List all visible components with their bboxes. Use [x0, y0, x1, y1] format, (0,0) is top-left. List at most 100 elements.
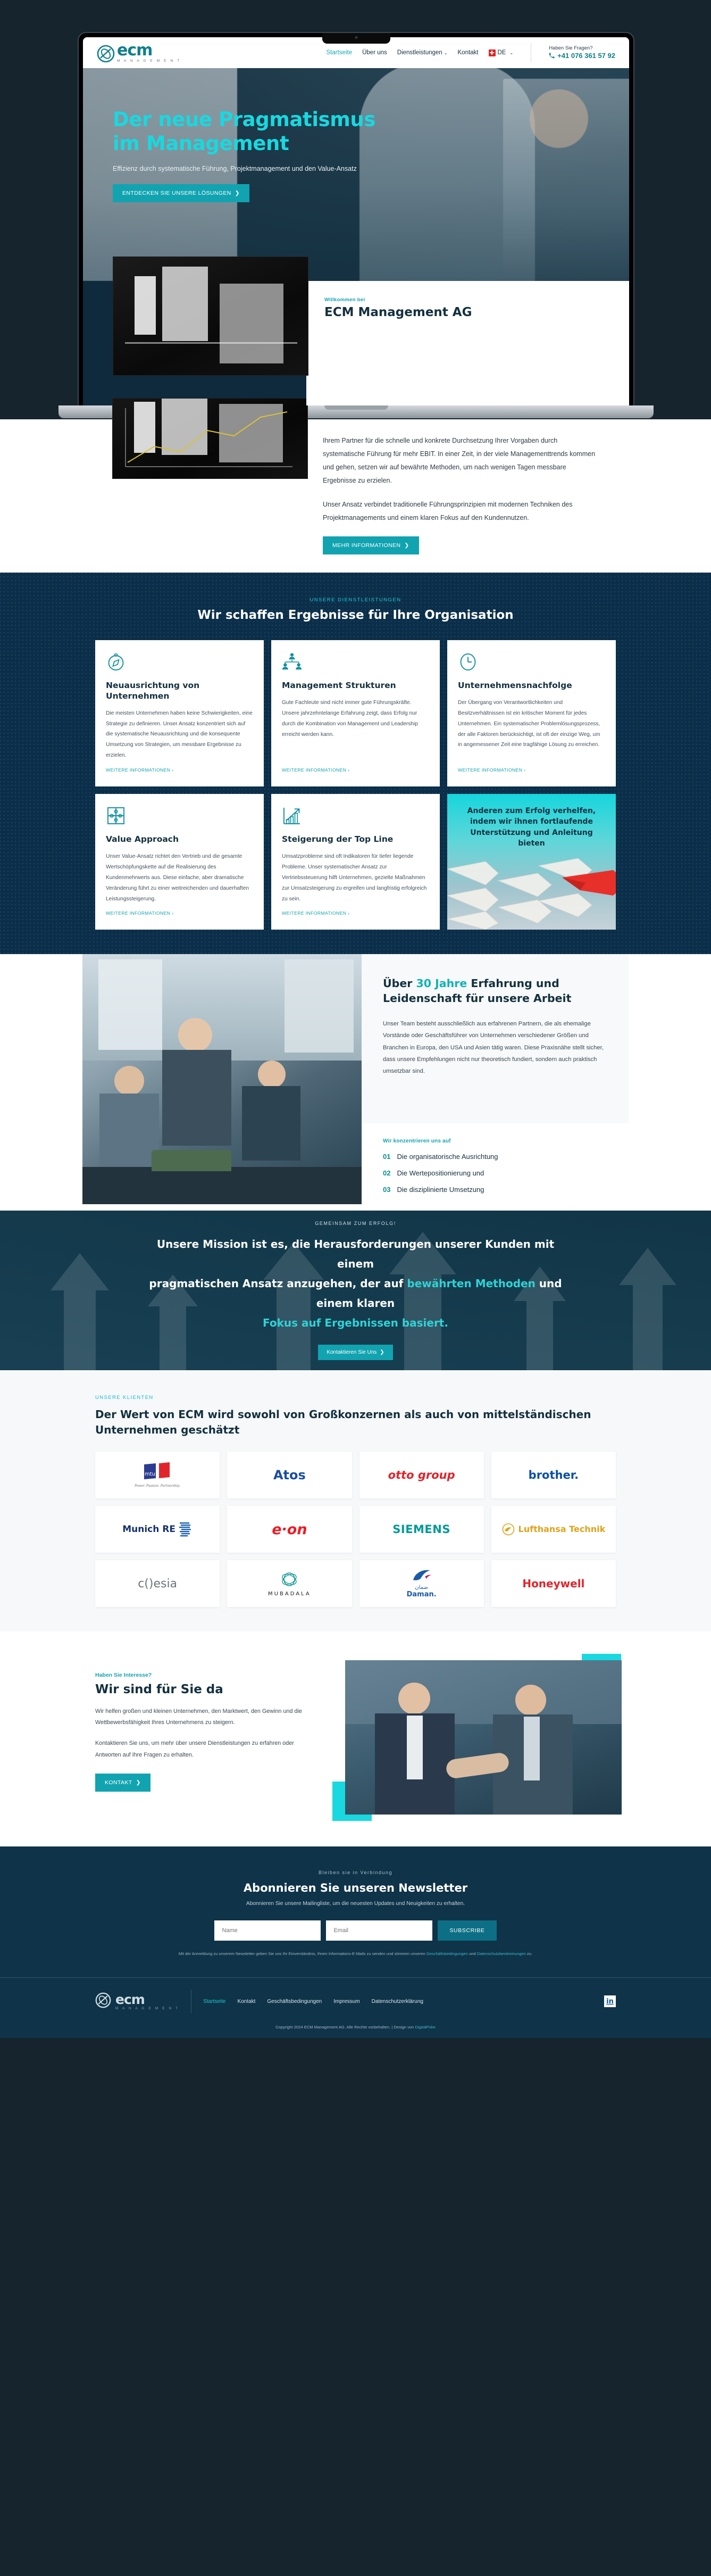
browser-viewport: ecm M A N A G E M E N T Startseite Über …	[83, 37, 629, 405]
service-card-title: Unternehmensnachfolge	[458, 681, 572, 690]
hero-title-line2: im Management	[113, 132, 289, 155]
client-logo-mubadala-text: MUBADALA	[268, 1591, 311, 1597]
newsletter-privacy-link[interactable]: Datenschutzbestimmungen	[477, 1951, 526, 1956]
newsletter-email-input[interactable]	[326, 1920, 433, 1941]
client-logo-daman-text: Daman.	[406, 1590, 437, 1598]
growth-chart-icon	[283, 808, 300, 825]
service-card[interactable]: Neuausrichtung von Unternehmen Die meist…	[95, 640, 264, 787]
services-title: Wir schaffen Ergebnisse für Ihre Organis…	[197, 608, 514, 622]
linkedin-glyph: in	[606, 1997, 614, 2006]
about-focus-label: Wir konzentrieren uns auf	[383, 1138, 451, 1145]
footer-logo[interactable]: ecm M A N A G E M E N T	[95, 1992, 179, 2010]
nav-item-kontakt[interactable]: Kontakt	[458, 49, 479, 56]
client-logo-eon-text: e·on	[272, 1521, 307, 1538]
about-title-pre: Über	[383, 977, 416, 990]
swiss-flag-icon	[488, 49, 496, 56]
nav-item-startseite[interactable]: Startseite	[327, 49, 353, 56]
newsletter-eyebrow: Bleiben sie in Verbindung	[318, 1870, 393, 1876]
focus-item-text: Die organisatorische Ausrichtung	[397, 1153, 498, 1161]
welcome-chart-icon	[125, 408, 292, 467]
welcome-band: Willkommen bei ECM Management AG	[83, 256, 629, 405]
footer-link-impressum[interactable]: Impressum	[333, 1999, 359, 2005]
about-focus-box: Wir konzentrieren uns auf 01 Die organis…	[362, 1123, 629, 1211]
footer-link-startseite[interactable]: Startseite	[203, 1999, 225, 2005]
page-body: Ihrem Partner für die schnelle und konkr…	[0, 398, 711, 2039]
client-logo-mtu: mtu Power. Passion. Partnership.	[95, 1452, 220, 1499]
client-logo-honeywell-text: Honeywell	[522, 1577, 585, 1591]
munich-re-mark-icon	[179, 1522, 191, 1537]
language-code: DE	[497, 49, 506, 56]
nav-item-dienstleistungen[interactable]: Dienstleistungen ⌄	[397, 49, 448, 56]
copyright-designer-link[interactable]: DigitalPoke	[415, 2025, 436, 2030]
service-card-link[interactable]: WEITERE INFORMATIONEN ›	[282, 767, 429, 773]
client-logo-atos: Atos	[227, 1452, 352, 1499]
mission-cta-label: Kontaktieren Sie Uns	[327, 1349, 377, 1356]
services-section: UNSERE DIENSTLEISTUNGEN Wir schaffen Erg…	[0, 573, 711, 954]
mission-title: Unsere Mission ist es, die Herausforderu…	[138, 1235, 574, 1333]
chevron-right-icon: ❯	[404, 542, 409, 549]
header-contact: Haben Sie Fragen? +41 076 361 57 92	[549, 45, 615, 60]
header-contact-question: Haben Sie Fragen?	[549, 45, 593, 51]
service-card[interactable]: Steigerung der Top Line Umsatzprobleme s…	[271, 794, 440, 930]
service-card-link[interactable]: WEITERE INFORMATIONEN ›	[106, 910, 253, 916]
org-chart-icon	[282, 653, 302, 670]
services-promo-text: Anderen zum Erfolg verhelfen, indem wir …	[467, 807, 596, 848]
logo[interactable]: ecm M A N A G E M E N T	[97, 42, 181, 63]
newsletter-name-input[interactable]	[214, 1920, 321, 1941]
clients-title: Der Wert von ECM wird sowohl von Großkon…	[95, 1408, 591, 1437]
footer-link-geschaeftsbedingungen[interactable]: Geschäftsbedingungen	[267, 1999, 322, 2005]
contact-paragraph-1: Wir helfen großen und kleinen Unternehme…	[95, 1708, 302, 1726]
clients-eyebrow: UNSERE KLIENTEN	[95, 1395, 154, 1401]
nav-item-dienstleistungen-label: Dienstleistungen	[397, 49, 442, 56]
client-logo-coesia-text: c()esia	[138, 1577, 178, 1591]
newsletter-subscribe-button[interactable]: SUBSCRIBE	[438, 1920, 497, 1941]
footer-copyright: Copyright 2024 ECM Management AG. Alle R…	[82, 2025, 629, 2030]
header-phone[interactable]: +41 076 361 57 92	[549, 52, 615, 60]
mission-line2-pre: pragmatischen Ansatz anzugehen, der auf	[149, 1277, 407, 1290]
focus-list-item: 01 Die organisatorische Ausrichtung	[383, 1153, 607, 1161]
service-card[interactable]: Management Strukturen Gute Fachleute sin…	[271, 640, 440, 787]
service-card-link[interactable]: WEITERE INFORMATIONEN ›	[458, 767, 605, 773]
about-body: Unser Team besteht ausschließlich aus er…	[383, 1020, 604, 1075]
welcome-cta-button[interactable]: MEHR INFORMATIONEN ❯	[323, 536, 419, 554]
client-logo-siemens-text: SIEMENS	[392, 1523, 450, 1536]
service-card[interactable]: Value Approach Unser Value-Ansatz richte…	[95, 794, 264, 930]
hero-title-line1: Der neue Pragmatismus	[113, 108, 375, 131]
client-logo-munich-re: Munich RE	[95, 1506, 220, 1553]
clients-logo-grid: mtu Power. Passion. Partnership. Atos ot…	[82, 1452, 629, 1608]
paper-planes-image	[447, 858, 616, 930]
service-card-link[interactable]: WEITERE INFORMATIONEN ›	[282, 910, 429, 916]
about-image	[82, 954, 362, 1205]
ecm-logo-mark-icon	[95, 1992, 113, 2010]
contact-cta-button[interactable]: KONTAKT ❯	[95, 1773, 150, 1792]
footer-links: Startseite Kontakt Geschäftsbedingungen …	[203, 1999, 423, 2005]
client-logo-honeywell: Honeywell	[491, 1560, 616, 1608]
hero-section: Der neue Pragmatismus im Management Effi…	[83, 68, 629, 281]
contact-eyebrow: Haben Sie Interesse?	[95, 1672, 152, 1679]
newsletter-legal-mid: und	[467, 1951, 477, 1957]
lufthansa-crane-icon	[502, 1523, 514, 1536]
focus-item-number: 01	[383, 1153, 391, 1161]
footer-link-datenschutzerklaerung[interactable]: Datenschutzerklärung	[372, 1999, 423, 2005]
service-card-title: Value Approach	[106, 834, 179, 844]
newsletter-terms-link[interactable]: Geschäftsbedingungen	[426, 1951, 468, 1956]
header-phone-number: +41 076 361 57 92	[557, 51, 615, 60]
linkedin-icon[interactable]: in	[604, 1995, 616, 2008]
newsletter-legal-post: zu.	[525, 1951, 533, 1957]
mission-cta-button[interactable]: Kontaktieren Sie Uns ❯	[318, 1345, 393, 1361]
footer-link-kontakt[interactable]: Kontakt	[237, 1999, 255, 2005]
service-card-link[interactable]: WEITERE INFORMATIONEN ›	[106, 767, 253, 773]
nav-item-ueber-uns[interactable]: Über uns	[362, 49, 387, 56]
focus-list-item: 02 Die Wertepositionierung und	[383, 1169, 607, 1177]
footer-logo-tagline: M A N A G E M E N T	[115, 2006, 180, 2010]
hero-subtitle: Effizienz durch systematische Führung, P…	[113, 165, 357, 173]
chevron-right-icon: ❯	[380, 1349, 384, 1356]
client-logo-mubadala: MUBADALA	[227, 1560, 352, 1608]
newsletter-subtitle: Abonnieren Sie unsere Mailingliste, um d…	[246, 1901, 465, 1907]
service-card[interactable]: Unternehmensnachfolge Der Übergang von V…	[447, 640, 616, 787]
hero-cta-button[interactable]: ENTDECKEN SIE UNSERE LÖSUNGEN ❯	[113, 184, 249, 203]
language-selector[interactable]: DE ⌄	[488, 49, 513, 56]
about-title: Über 30 Jahre Erfahrung und Leidenschaft…	[383, 976, 607, 1006]
laptop-base-notch	[324, 405, 388, 410]
puzzle-icon	[107, 807, 124, 825]
